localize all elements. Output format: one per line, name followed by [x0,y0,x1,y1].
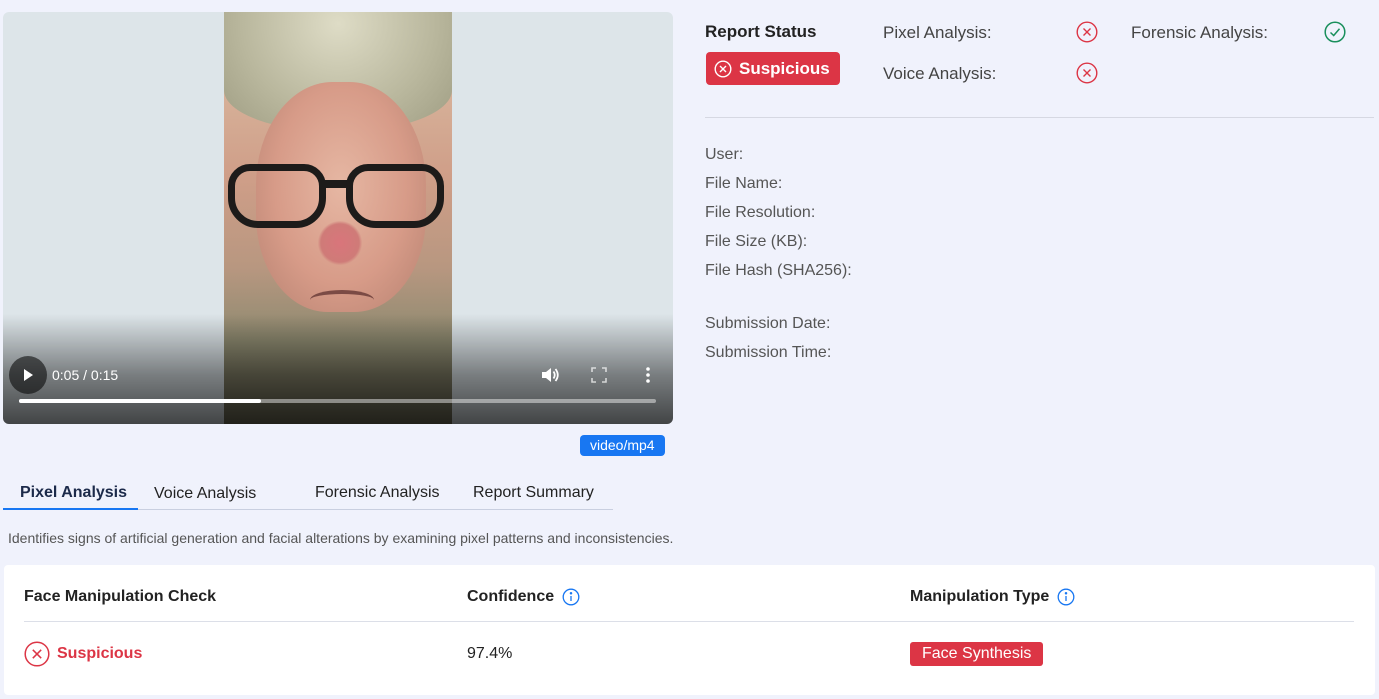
face-check-result: Suspicious [24,641,142,667]
more-vertical-icon [646,367,650,383]
tab-voice-analysis[interactable]: Voice Analysis [154,485,256,503]
confidence-value: 97.4% [467,645,513,662]
header-manipulation-type: Manipulation Type [910,588,1075,606]
tab-pixel-analysis[interactable]: Pixel Analysis [20,484,127,502]
tab-report-summary[interactable]: Report Summary [473,484,594,502]
report-status-badge: Suspicious [706,52,840,85]
header-label: Face Manipulation Check [24,588,217,605]
mime-type-badge: video/mp4 [580,435,665,456]
pixel-analysis-label: Pixel Analysis: [883,23,992,42]
voice-analysis-label: Voice Analysis: [883,64,997,83]
x-circle-icon [24,641,50,667]
meta-file-size-label: File Size (KB): [705,233,808,250]
table-header-divider [24,621,1354,622]
header-label: Manipulation Type [910,588,1050,605]
video-time: 0:05 / 0:15 [52,367,119,383]
meta-submission-date-label: Submission Date: [705,315,831,332]
meta-submission-time-label: Submission Time: [705,344,832,361]
video-progress-bar[interactable] [19,399,656,403]
header-confidence: Confidence [467,588,580,606]
x-circle-icon [1076,21,1098,48]
info-icon[interactable] [1057,588,1075,606]
header-face-manipulation-check: Face Manipulation Check [24,588,216,606]
face-check-result-text: Suspicious [57,645,143,662]
more-options-button[interactable] [644,366,652,389]
status-divider [705,117,1374,118]
manipulation-type-badge: Face Synthesis [910,642,1044,666]
x-circle-icon [1076,62,1098,89]
tab-forensic-analysis[interactable]: Forensic Analysis [315,484,440,502]
fullscreen-button[interactable] [591,367,607,388]
forensic-analysis-label: Forensic Analysis: [1131,23,1268,42]
results-card [4,565,1375,695]
tab-description: Identifies signs of artificial generatio… [8,530,674,546]
video-progress-fill [19,399,262,403]
meta-file-name-label: File Name: [705,175,783,192]
report-status-text: Suspicious [739,58,830,78]
play-icon [24,369,33,381]
meta-user-label: User: [705,146,744,163]
info-icon[interactable] [562,588,580,606]
active-tab-indicator [3,508,138,510]
report-status-title: Report Status [705,22,817,41]
check-circle-icon [1324,21,1346,48]
video-player[interactable]: 0:05 / 0:15 [3,12,673,424]
meta-file-resolution-label: File Resolution: [705,204,816,221]
play-button[interactable] [9,356,47,394]
meta-file-hash-label: File Hash (SHA256): [705,262,852,279]
volume-button[interactable] [540,366,560,389]
x-circle-icon [714,59,732,78]
mouth-shape [310,290,374,310]
header-label: Confidence [467,588,555,605]
volume-icon [542,368,559,382]
nose-shape [318,220,362,266]
fullscreen-icon [591,367,607,383]
